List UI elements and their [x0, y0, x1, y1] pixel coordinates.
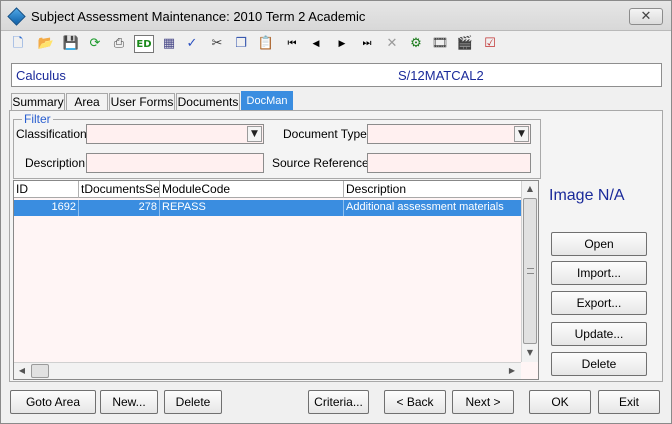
film-icon[interactable]: 🎞	[431, 35, 449, 53]
calculator-icon[interactable]: ▦	[160, 35, 178, 53]
chevron-down-icon[interactable]: ▼	[247, 126, 262, 142]
subject-name: Calculus	[16, 68, 66, 83]
delete-record-icon[interactable]: ✕	[383, 35, 401, 53]
grip-icon	[527, 268, 534, 274]
back-button[interactable]: < Back	[384, 390, 446, 414]
close-button[interactable]: ✕	[629, 8, 663, 25]
first-record-icon[interactable]: ⏮	[283, 35, 301, 53]
vertical-scroll-thumb[interactable]	[523, 198, 537, 344]
print-icon[interactable]: ⎙	[110, 35, 128, 53]
document-type-label: Document Type:	[283, 127, 371, 141]
criteria-button[interactable]: Criteria...	[308, 390, 369, 414]
grid-header: ID tDocumentsSeq ModuleCode Description	[14, 181, 521, 198]
tab-strip: Summary Area User Forms Documents DocMan	[11, 91, 311, 112]
classification-dropdown[interactable]: ▼	[86, 124, 264, 144]
open-button[interactable]: Open	[551, 232, 647, 256]
window-title: Subject Assessment Maintenance: 2010 Ter…	[31, 9, 366, 24]
description-input[interactable]	[86, 153, 264, 173]
source-reference-input[interactable]	[367, 153, 531, 173]
description-label: Description:	[25, 156, 89, 170]
source-reference-label: Source Reference:	[272, 156, 373, 170]
scroll-left-icon[interactable]: ◀	[14, 363, 30, 379]
cell-modulecode: REPASS	[160, 200, 344, 216]
import-button[interactable]: Import...	[551, 261, 647, 285]
title-bar: Subject Assessment Maintenance: 2010 Ter…	[1, 1, 671, 31]
paste-icon[interactable]: 📋	[257, 35, 275, 53]
docman-panel: Filter Classification: ▼ Document Type: …	[9, 110, 663, 382]
last-record-icon[interactable]: ⏭	[358, 35, 376, 53]
delete-button[interactable]: Delete	[164, 390, 222, 414]
copy-icon[interactable]: ❐	[232, 35, 250, 53]
next-record-icon[interactable]: ▶	[333, 35, 351, 53]
toolbar: 🗋 📂 💾 ⟳ ⎙ ED ▦ ✓ ✂ ❐ 📋 ⏮ ◀ ▶ ⏭ ✕ ⚙ 🎞 🎬 ☑	[9, 34, 664, 56]
bottom-button-bar: Goto Area New... Delete Criteria... < Ba…	[1, 385, 671, 423]
cut-icon[interactable]: ✂	[208, 35, 226, 53]
classification-label: Classification:	[16, 127, 91, 141]
previous-record-icon[interactable]: ◀	[307, 35, 325, 53]
cell-description: Additional assessment materials	[346, 201, 504, 213]
scroll-down-icon[interactable]: ▼	[522, 345, 538, 361]
table-row[interactable]: 1692 278 REPASS Additional assessment ma…	[14, 200, 521, 216]
checklist-icon[interactable]: ☑	[481, 35, 499, 53]
next-button[interactable]: Next >	[452, 390, 514, 414]
cell-id: 1692	[14, 200, 79, 216]
tab-area[interactable]: Area	[66, 93, 108, 111]
spellcheck-icon[interactable]: ✓	[183, 35, 201, 53]
column-header-modulecode[interactable]: ModuleCode	[160, 181, 344, 198]
chevron-down-icon[interactable]: ▼	[514, 126, 529, 142]
horizontal-scroll-thumb[interactable]	[31, 364, 49, 378]
documents-grid: ID tDocumentsSeq ModuleCode Description …	[13, 180, 539, 380]
column-header-id[interactable]: ID	[14, 181, 79, 198]
filter-group: Filter Classification: ▼ Document Type: …	[13, 112, 541, 179]
subject-header: Calculus S/12MATCAL2	[11, 63, 662, 87]
subject-code: S/12MATCAL2	[398, 68, 484, 83]
save-icon[interactable]: 💾	[62, 35, 80, 53]
update-button[interactable]: Update...	[551, 322, 647, 346]
refresh-icon[interactable]: ⟳	[86, 35, 104, 53]
network-icon[interactable]: ⚙	[407, 35, 425, 53]
filter-legend: Filter	[22, 112, 53, 126]
column-header-description[interactable]: Description	[344, 181, 521, 198]
clapper-icon[interactable]: 🎬	[456, 35, 474, 53]
delete-document-button[interactable]: Delete	[551, 352, 647, 376]
app-diamond-icon	[7, 7, 26, 26]
tab-docman[interactable]: DocMan	[241, 91, 293, 112]
ok-button[interactable]: OK	[529, 390, 591, 414]
main-window: Subject Assessment Maintenance: 2010 Ter…	[0, 0, 672, 424]
column-header-tdocumentsseq[interactable]: tDocumentsSeq	[79, 181, 160, 198]
new-button[interactable]: New...	[100, 390, 158, 414]
document-type-dropdown[interactable]: ▼	[367, 124, 531, 144]
exit-button[interactable]: Exit	[598, 390, 660, 414]
horizontal-scrollbar[interactable]: ◀ ▶	[14, 362, 521, 379]
vertical-scrollbar[interactable]: ▲ ▼	[521, 181, 538, 362]
scroll-up-icon[interactable]: ▲	[522, 181, 538, 197]
tab-documents[interactable]: Documents	[176, 93, 240, 111]
image-placeholder: Image N/A	[549, 187, 625, 204]
edit-icon[interactable]: ED	[134, 35, 154, 53]
tab-user-forms[interactable]: User Forms	[109, 93, 175, 111]
tab-summary[interactable]: Summary	[11, 93, 65, 111]
new-icon[interactable]: 🗋	[9, 35, 27, 53]
open-folder-icon[interactable]: 📂	[37, 35, 55, 53]
cell-tdocumentsseq: 278	[79, 200, 160, 216]
scroll-right-icon[interactable]: ▶	[504, 363, 520, 379]
export-button[interactable]: Export...	[551, 291, 647, 315]
goto-area-button[interactable]: Goto Area	[10, 390, 96, 414]
